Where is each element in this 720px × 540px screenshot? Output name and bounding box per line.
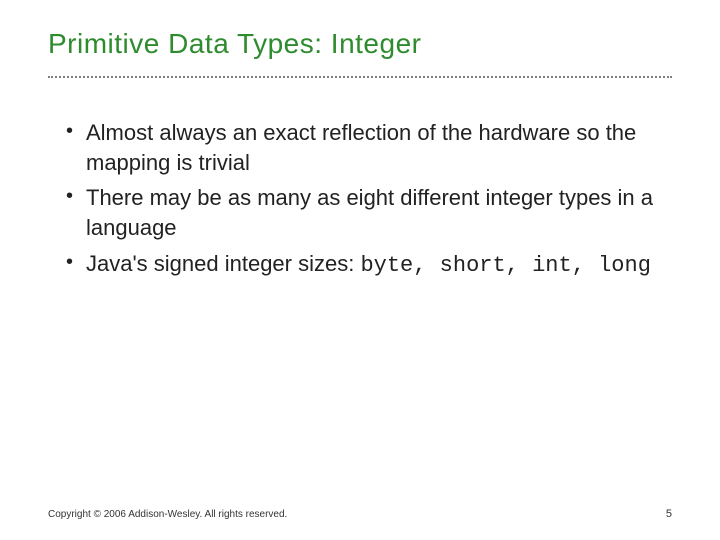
- bullet-list: Almost always an exact reflection of the…: [48, 118, 672, 280]
- bullet-item: Java's signed integer sizes: byte, short…: [66, 249, 672, 281]
- bullet-item: There may be as many as eight different …: [66, 183, 672, 242]
- code-text: byte, short, int, long: [360, 253, 650, 278]
- bullet-item: Almost always an exact reflection of the…: [66, 118, 672, 177]
- copyright-text: Copyright © 2006 Addison-Wesley. All rig…: [48, 509, 287, 520]
- slide-title: Primitive Data Types: Integer: [48, 28, 672, 60]
- slide-footer: Copyright © 2006 Addison-Wesley. All rig…: [48, 508, 672, 520]
- divider-line: [48, 76, 672, 78]
- page-number: 5: [666, 508, 672, 520]
- slide-container: Primitive Data Types: Integer Almost alw…: [0, 0, 720, 540]
- bullet-text: There may be as many as eight different …: [86, 185, 653, 240]
- bullet-text: Almost always an exact reflection of the…: [86, 120, 636, 175]
- bullet-text: Java's signed integer sizes:: [86, 251, 360, 276]
